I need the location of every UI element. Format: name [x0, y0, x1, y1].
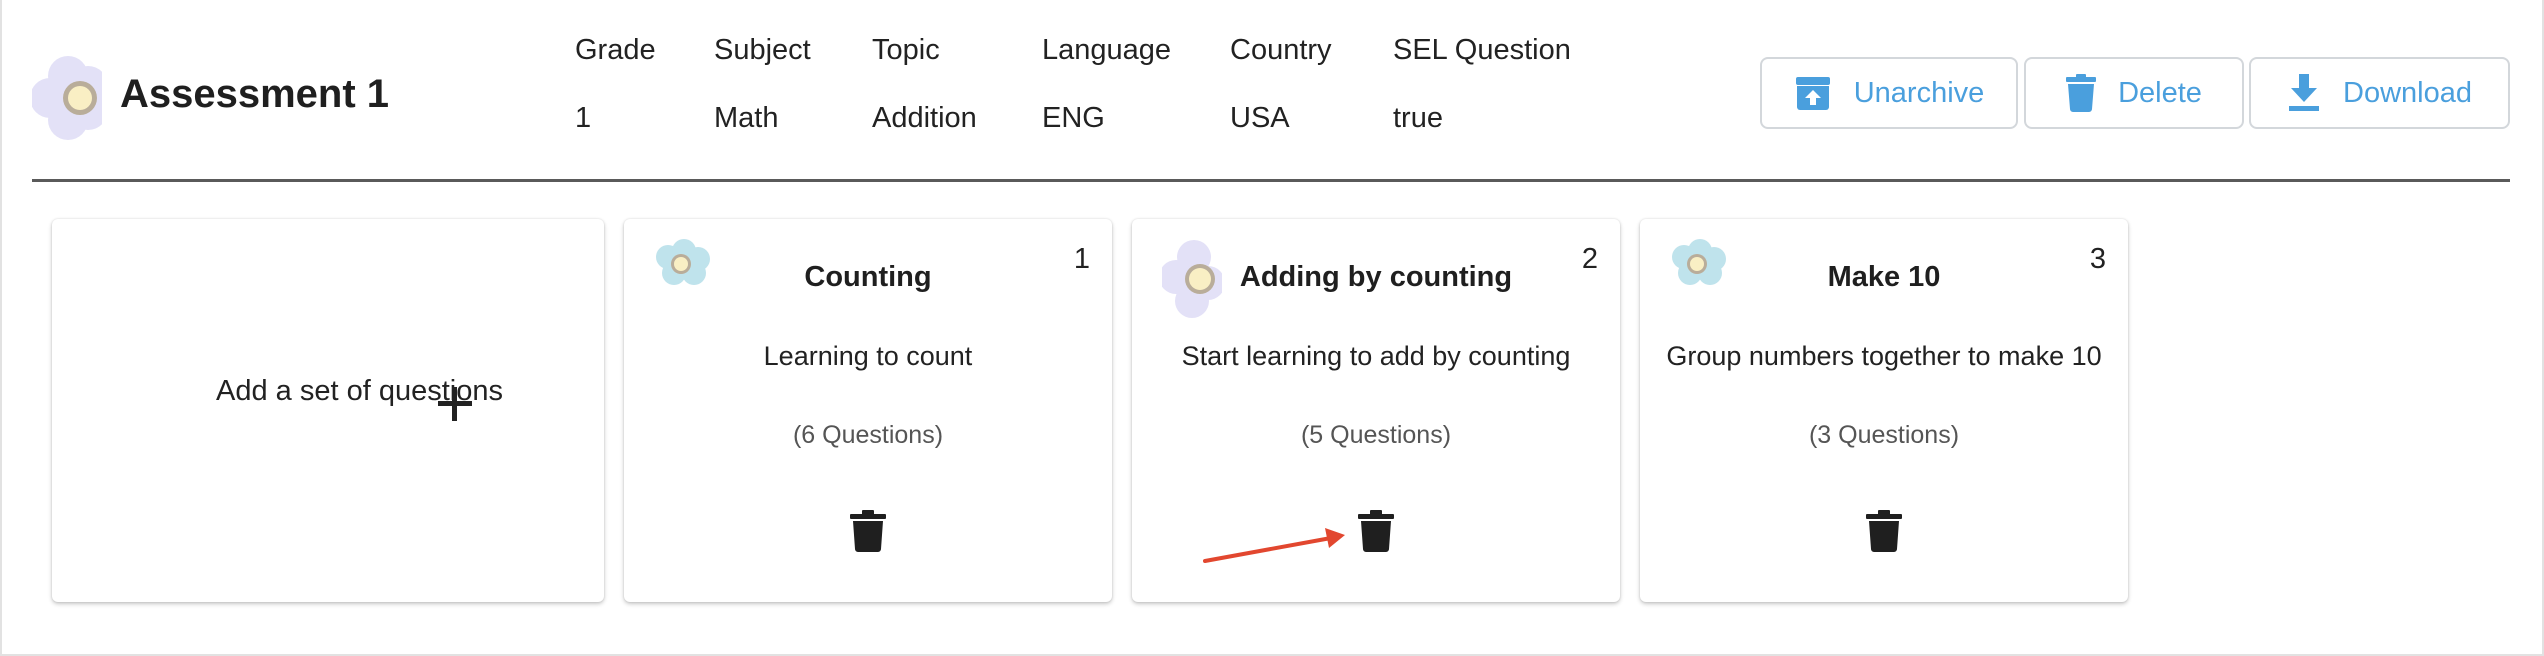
- unarchive-button[interactable]: Unarchive: [1760, 57, 2018, 129]
- card-question-count: (3 Questions): [1808, 421, 1960, 449]
- card-question-count: (5 Questions): [1300, 421, 1452, 449]
- plus-icon: [438, 387, 472, 421]
- delete-button[interactable]: Delete: [2024, 57, 2244, 129]
- card-title: Adding by counting: [1239, 261, 1513, 293]
- page-title: Assessment 1: [120, 72, 390, 116]
- meta-country: Country USA: [1230, 34, 1332, 135]
- card-description: Group numbers together to make 10: [1666, 341, 2102, 371]
- meta-grade: Grade 1: [575, 34, 656, 135]
- question-set-card[interactable]: 1 Counting Learning to count (6 Question…: [624, 219, 1112, 602]
- unarchive-label: Unarchive: [1853, 76, 1985, 109]
- meta-language: Language ENG: [1042, 34, 1171, 135]
- meta-subject: Subject Math: [714, 34, 811, 135]
- meta-value: USA: [1230, 102, 1290, 134]
- trash-icon: [2066, 74, 2097, 112]
- meta-sel-question: SEL Question true: [1393, 34, 1571, 135]
- meta-label: Country: [1230, 34, 1332, 66]
- annotation-arrow: [1203, 528, 1345, 563]
- meta-value: Math: [714, 102, 779, 134]
- meta-topic: Topic Addition: [872, 34, 977, 135]
- unarchive-icon: [1795, 77, 1830, 110]
- flower-logo-icon: [32, 56, 102, 140]
- card-title: Counting: [804, 261, 932, 293]
- trash-icon[interactable]: [850, 510, 886, 552]
- meta-label: SEL Question: [1393, 34, 1571, 66]
- meta-label: Grade: [575, 34, 656, 66]
- download-icon: [2289, 74, 2319, 111]
- meta-value: true: [1393, 102, 1443, 134]
- download-label: Download: [2343, 76, 2472, 109]
- meta-value: ENG: [1042, 102, 1105, 134]
- card-description: Start learning to add by counting: [1181, 341, 1571, 371]
- download-button[interactable]: Download: [2249, 57, 2510, 129]
- trash-icon[interactable]: [1358, 510, 1394, 552]
- meta-value: 1: [575, 102, 592, 134]
- card-description: Learning to count: [763, 341, 973, 371]
- card-title: Make 10: [1827, 261, 1941, 293]
- card-question-count: (6 Questions): [792, 421, 944, 449]
- assessment-header: Assessment 1 Grade 1 Subject Math Topic …: [32, 0, 2510, 182]
- delete-label: Delete: [2118, 76, 2202, 109]
- meta-label: Subject: [714, 34, 811, 66]
- meta-label: Language: [1042, 34, 1172, 66]
- add-question-set-card[interactable]: Add a set of questions: [52, 219, 604, 602]
- meta-value: Addition: [872, 102, 977, 134]
- question-set-card[interactable]: 3 Make 10 Group numbers together to make…: [1640, 219, 2128, 602]
- meta-label: Topic: [872, 34, 940, 66]
- trash-icon[interactable]: [1866, 510, 1902, 552]
